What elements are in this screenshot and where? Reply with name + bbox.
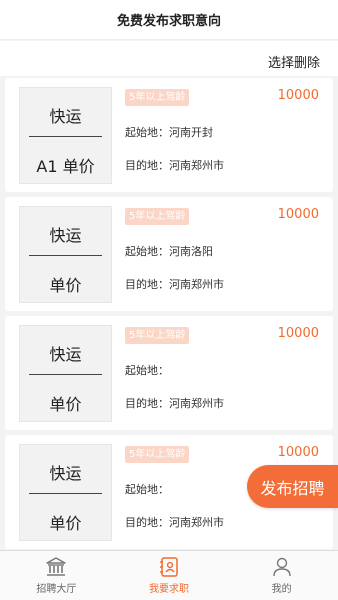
- tab-label: 招聘大厅: [36, 584, 77, 595]
- license-price-label: 单价: [49, 276, 82, 295]
- divider: [29, 255, 102, 256]
- job-type-box: 快运 单价: [19, 444, 112, 541]
- origin-text: 起始地：: [125, 483, 169, 496]
- salary-value: 10000: [277, 207, 319, 222]
- page-title: 免费发布求职意向: [0, 0, 338, 40]
- origin-text: 起始地：河南开封: [125, 126, 213, 139]
- tab-job-seeking[interactable]: 我要求职: [113, 551, 226, 600]
- resume-icon: [160, 557, 178, 577]
- job-type-label: 快运: [49, 107, 82, 126]
- destination-text: 目的地：河南郑州市: [125, 516, 224, 529]
- bank-icon: [46, 557, 67, 576]
- job-type-label: 快运: [49, 345, 82, 364]
- salary-value: 10000: [277, 88, 319, 103]
- destination-text: 目的地：河南郑州市: [125, 278, 224, 291]
- experience-badge: 5年以上驾龄: [125, 208, 190, 225]
- job-type-box: 快运 单价: [19, 325, 112, 422]
- job-card[interactable]: 快运 单价 5年以上驾龄 10000 起始地： 目的地：河南郑州市: [5, 316, 333, 430]
- divider: [29, 136, 102, 137]
- bottom-tab-bar: 招聘大厅 我要求职 我的: [0, 550, 338, 600]
- destination-text: 目的地：河南郑州市: [125, 159, 224, 172]
- select-delete-button[interactable]: 选择删除: [268, 52, 320, 71]
- job-type-label: 快运: [49, 464, 82, 483]
- toolbar: 选择删除: [0, 41, 338, 76]
- job-type-label: 快运: [49, 226, 82, 245]
- divider: [29, 493, 102, 494]
- experience-badge: 5年以上驾龄: [125, 327, 190, 344]
- experience-badge: 5年以上驾龄: [125, 446, 190, 463]
- job-type-box: 快运 A1 单价: [19, 87, 112, 184]
- salary-value: 10000: [277, 326, 319, 341]
- license-price-label: 单价: [49, 514, 82, 533]
- destination-text: 目的地：河南郑州市: [125, 397, 224, 410]
- experience-badge: 5年以上驾龄: [125, 89, 190, 106]
- license-price-label: A1 单价: [36, 157, 95, 176]
- job-card[interactable]: 快运 单价 5年以上驾龄 10000 起始地：河南洛阳 目的地：河南郑州市: [5, 197, 333, 311]
- origin-text: 起始地：河南洛阳: [125, 245, 213, 258]
- person-icon: [272, 557, 291, 577]
- tab-mine[interactable]: 我的: [225, 551, 338, 600]
- job-type-box: 快运 单价: [19, 206, 112, 303]
- tab-label: 我要求职: [149, 584, 189, 595]
- job-card[interactable]: 快运 A1 单价 5年以上驾龄 10000 起始地：河南开封 目的地：河南郑州市: [5, 78, 333, 192]
- origin-text: 起始地：: [125, 364, 169, 377]
- license-price-label: 单价: [49, 395, 82, 414]
- post-job-button[interactable]: 发布招聘: [247, 465, 338, 508]
- salary-value: 10000: [277, 445, 319, 460]
- divider: [29, 374, 102, 375]
- tab-label: 我的: [271, 584, 292, 595]
- tab-job-hall[interactable]: 招聘大厅: [0, 551, 113, 600]
